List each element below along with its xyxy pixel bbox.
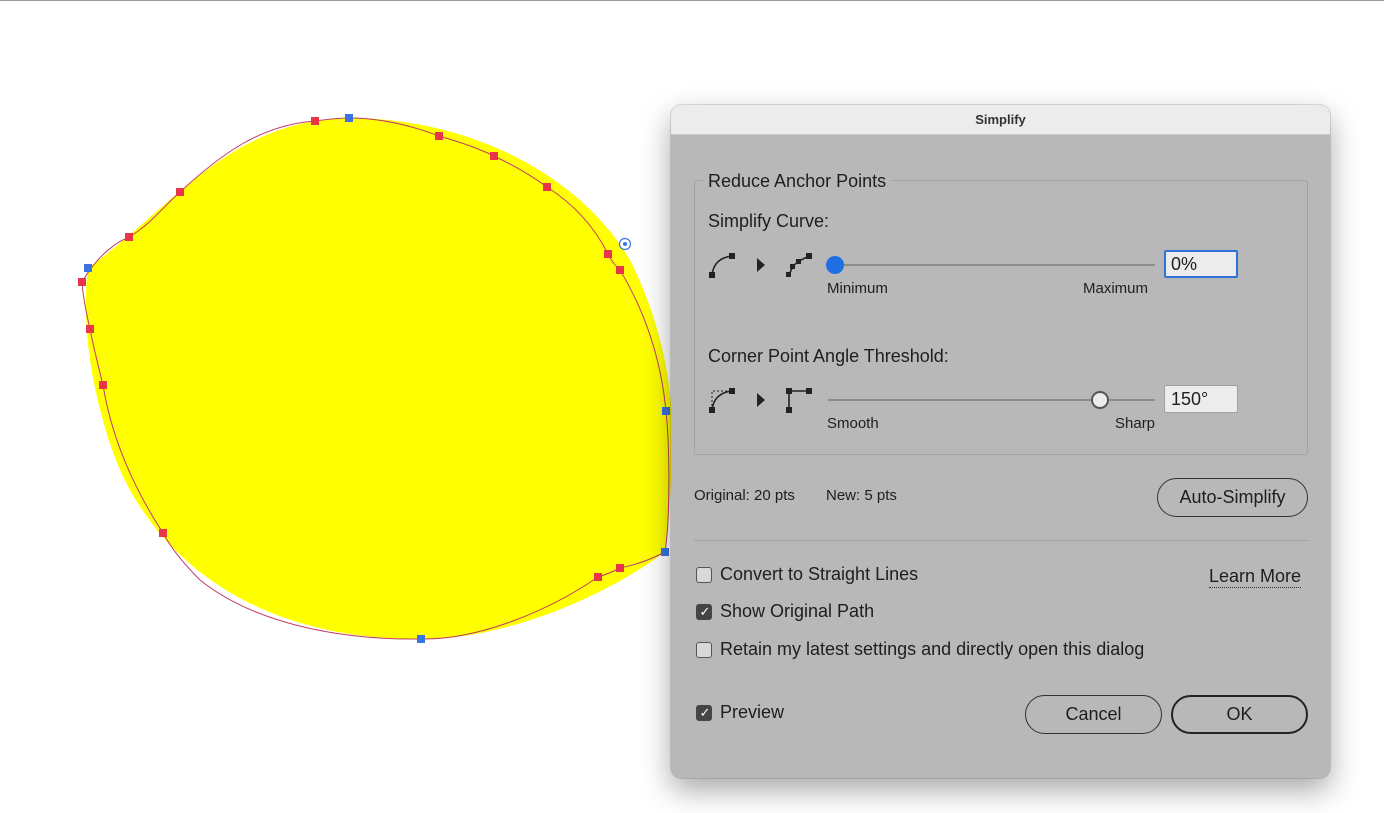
selected-anchor-point [661,548,669,556]
group-title: Reduce Anchor Points [703,170,892,192]
minimum-label: Minimum [827,280,888,297]
anchor-point [435,132,443,140]
corner-angle-value-input[interactable]: 150° [1164,385,1238,413]
arrow-right-icon [757,258,765,272]
sharp-corner-icon [786,388,812,413]
anchor-point [159,529,167,537]
arrow-right-icon [757,393,765,407]
checkmark-icon: ✓ [699,605,711,620]
convert-straight-lines-checkbox[interactable] [696,567,712,583]
cancel-button[interactable]: Cancel [1025,695,1162,734]
maximum-label: Maximum [1083,280,1149,297]
retain-settings-checkbox[interactable] [696,642,712,658]
anchor-point [616,564,624,572]
center-point-icon [618,237,632,251]
selected-anchor-point [417,635,425,643]
smooth-curve-icon [709,253,735,278]
show-original-path-label[interactable]: Show Original Path [720,601,874,622]
preview-checkbox[interactable]: ✓ [696,705,712,721]
convert-straight-lines-label[interactable]: Convert to Straight Lines [720,564,918,585]
simplify-curve-slider-track[interactable] [835,264,1155,266]
show-original-path-checkbox[interactable]: ✓ [696,604,712,620]
anchor-point [86,325,94,333]
anchor-point [99,381,107,389]
selected-anchor-point [84,264,92,272]
simplify-curve-label: Simplify Curve: [708,211,830,231]
anchor-point [78,278,86,286]
checkmark-icon [697,568,713,584]
new-points-count: New: 5 pts [826,487,897,504]
anchor-point [311,117,319,125]
dialog-divider [694,540,1308,541]
anchor-point [604,250,612,258]
many-points-curve-icon [786,253,812,277]
ok-button[interactable]: OK [1171,695,1308,734]
checkmark-icon: ✓ [699,706,711,721]
sharp-label: Sharp [1115,415,1156,432]
smooth-corner-icon [709,388,735,413]
dialog-title[interactable]: Simplify [671,105,1330,135]
selected-anchor-point [662,407,670,415]
anchor-point [543,183,551,191]
selected-anchor-point [345,114,353,122]
anchor-point [125,233,133,241]
anchor-point [594,573,602,581]
checkmark-icon [697,643,713,659]
simplify-curve-value-input[interactable]: 0% [1164,250,1238,278]
auto-simplify-button[interactable]: Auto-Simplify [1157,478,1308,517]
simplified-yellow-shape[interactable] [85,118,673,640]
anchor-point [176,188,184,196]
anchor-point [490,152,498,160]
simplify-curve-slider-thumb[interactable] [826,256,844,274]
smooth-label: Smooth [827,415,879,432]
preview-label[interactable]: Preview [720,702,784,723]
original-points-count: Original: 20 pts [694,487,795,504]
simplify-dialog: Simplify Reduce Anchor Points Simplify C… [671,105,1330,778]
learn-more-link[interactable]: Learn More [1209,566,1302,588]
retain-settings-label[interactable]: Retain my latest settings and directly o… [720,639,1144,660]
corner-angle-label: Corner Point Angle Threshold: [708,346,949,366]
anchor-point [616,266,624,274]
